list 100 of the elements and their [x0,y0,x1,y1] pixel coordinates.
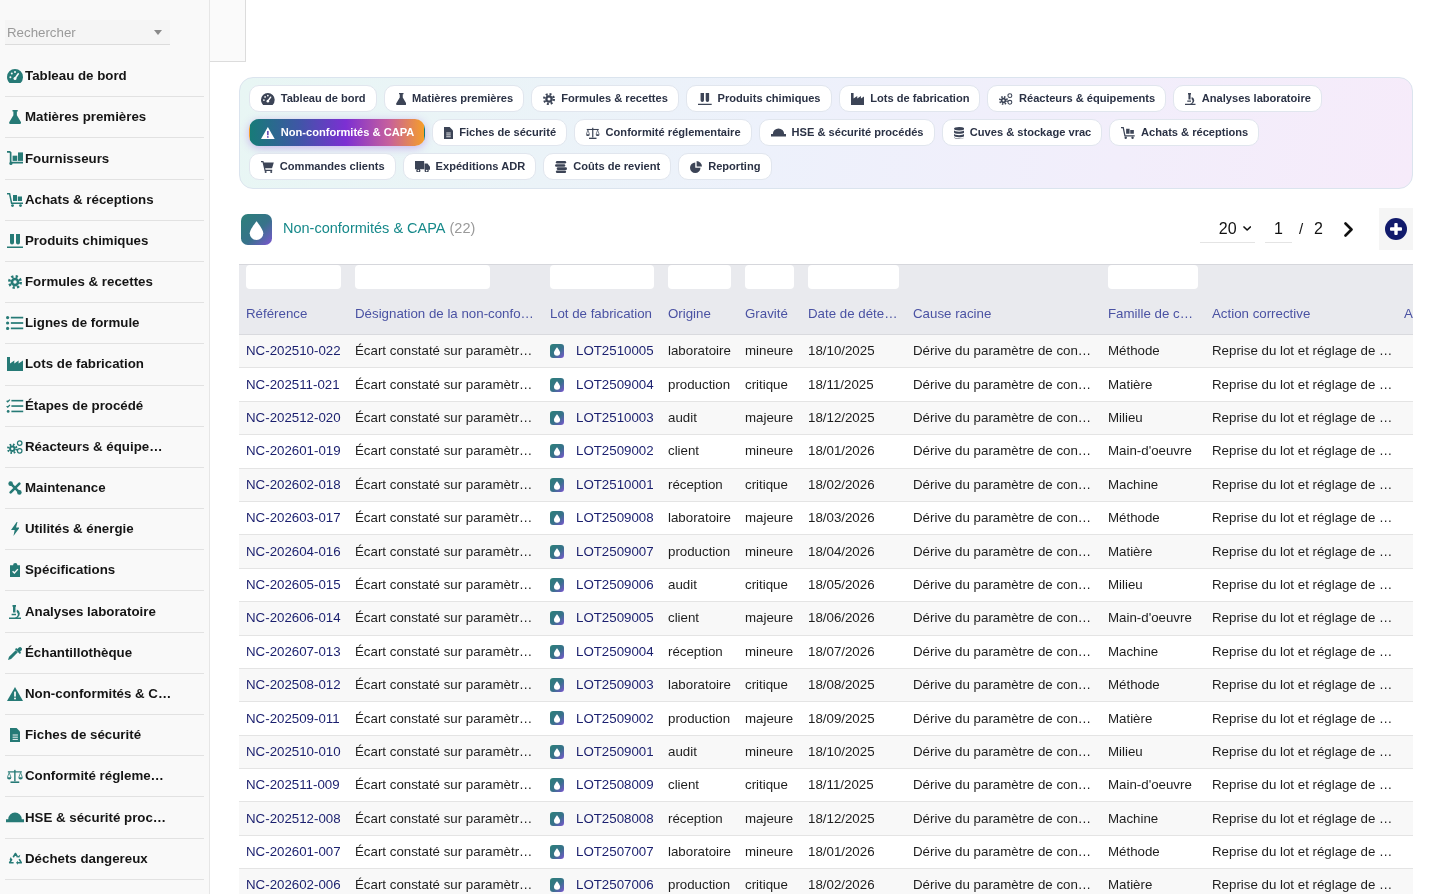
search-field[interactable]: Rechercher [5,20,170,45]
lot-link[interactable]: LOT2508009 [576,775,654,796]
sidebar-item[interactable]: Étapes de procédé [5,385,204,427]
table-cell: Matière [1101,367,1205,402]
sidebar-item[interactable]: Produits chimiques [5,220,204,262]
sidebar-item[interactable]: Déchets dangereux [5,838,204,880]
cart-icon [261,160,274,173]
drop-icon [550,611,564,626]
table-cell: production [661,868,738,894]
filter-field[interactable] [1108,265,1198,289]
sidebar-item[interactable]: Utilités & énergie [5,509,204,551]
column-header[interactable]: Origine [661,294,738,335]
sidebar-item[interactable]: Tableau de bord [5,56,204,98]
total-pages: 2 [1314,219,1323,239]
tab[interactable]: HSE & sécurité procédés [758,119,935,146]
tab[interactable]: Reporting [678,153,772,180]
tab[interactable]: Achats & réceptions [1109,119,1260,146]
flask-icon [8,110,22,125]
sidebar-item[interactable]: Analyses laboratoire [5,591,204,633]
table-cell: Écart constaté sur paramètr… [348,735,543,769]
tab[interactable]: Conformité réglementaire [574,119,752,146]
table-cell: Reprise du lot et réglage de … [1205,735,1397,769]
reference-link[interactable]: NC-202601-007 [246,844,341,860]
table-cell: 18/10/2025 [801,334,906,368]
table-cell: Écart constaté sur paramètr… [348,668,543,702]
lot-link[interactable]: LOT2509002 [576,441,654,462]
reference-link[interactable]: NC-202607-013 [246,643,341,659]
filter-field[interactable] [550,265,654,289]
lot-link[interactable]: LOT2509002 [576,708,654,729]
reference-link[interactable]: NC-202601-019 [246,443,341,459]
sidebar-item[interactable]: Conformité régleme… [5,756,204,798]
table-cell: Dérive du paramètre de con… [906,668,1101,702]
tab[interactable]: Tableau de bord [249,85,377,112]
table-cell: 18/07/2026 [801,635,906,669]
table-cell: Dérive du paramètre de con… [906,534,1101,569]
table-cell: Dérive du paramètre de con… [906,835,1101,869]
sidebar-item[interactable]: Achats & réceptions [5,179,204,221]
sidebar-item[interactable]: Spécifications [5,550,204,592]
lot-link[interactable]: LOT2509004 [576,641,654,662]
sidebar-item[interactable]: Échantillothèque [5,632,204,674]
tab[interactable]: Lots de fabrication [838,85,981,112]
reference-link[interactable]: NC-202511-009 [246,777,340,793]
drop-icon [550,711,564,726]
gauge-icon [7,69,23,84]
filter-field[interactable] [745,265,794,289]
column-header[interactable]: Gravité [738,294,801,335]
table-cell: Reprise du lot et réglage de … [1205,501,1397,535]
column-header[interactable]: Référence [239,294,348,335]
sidebar-item[interactable]: HSE & sécurité proc… [5,797,204,839]
column-header[interactable]: Famille de c… [1101,294,1205,335]
tab[interactable]: Cuves & stockage vrac [941,119,1103,146]
column-header[interactable]: Cause racine [906,294,1101,335]
tab[interactable]: Coûts de revient [543,153,672,180]
filter-field[interactable] [246,265,341,289]
tab[interactable]: Matières premières [383,85,525,112]
table-cell: audit [661,401,738,435]
sidebar-item[interactable]: Non-conformités & C… [5,673,204,715]
tab[interactable]: Formules & recettes [531,85,679,112]
table-cell: Reprise du lot et réglage de … [1205,801,1397,836]
tab[interactable]: Fiches de sécurité [432,119,568,146]
sidebar-item[interactable]: Formules & recettes [5,261,204,304]
sidebar-item[interactable]: Fournisseurs [5,138,204,180]
sidebar-item[interactable]: Réacteurs & équipe… [5,426,204,468]
column-header[interactable]: Date de déte… [801,294,906,335]
table-cell: client [661,601,738,635]
table-cell: Dérive du paramètre de con… [906,434,1101,469]
tab[interactable]: Expéditions ADR [402,153,537,180]
reference-link[interactable]: NC-202603-017 [246,510,341,526]
lot-link[interactable]: LOT2509006 [576,574,654,595]
sidebar-item[interactable]: Maintenance [5,467,204,510]
tab[interactable]: Produits chimiques [685,85,832,112]
column-header[interactable]: Lot de fabrication [543,294,661,335]
reference-link[interactable]: NC-202511-021 [246,376,340,392]
tab[interactable]: Analyses laboratoire [1173,85,1322,112]
filter-field[interactable] [668,265,731,289]
lot-link[interactable]: LOT2507007 [576,842,654,862]
column-header[interactable]: Action corrective [1205,294,1397,335]
sidebar-item[interactable]: Fiches de sécurité [5,715,204,757]
lot-link[interactable]: LOT2509008 [576,508,654,529]
drop-icon [550,744,564,759]
add-button[interactable] [1379,208,1413,250]
filter-field[interactable] [355,265,490,289]
sidebar-item[interactable]: Lots de fabrication [5,344,204,386]
reference-link[interactable]: NC-202509-011 [246,710,340,726]
reference-link[interactable]: NC-202605-015 [246,576,341,592]
chevron-down-icon [1242,226,1251,231]
column-header[interactable]: A [1397,294,1413,335]
tab[interactable]: Commandes clients [249,153,396,180]
table-cell: Écart constaté sur paramètr… [348,835,543,869]
next-page-button[interactable] [1344,221,1353,237]
column-header[interactable]: Désignation de la non-confo… [348,294,543,335]
tab[interactable]: Non-conformités & CAPA [249,119,426,146]
table-cell: Dérive du paramètre de con… [906,868,1101,894]
lot-link[interactable]: LOT2509004 [576,374,654,395]
sidebar-item[interactable]: Lignes de formule [5,303,204,345]
sidebar-item[interactable]: Matières premières [5,97,204,139]
table-cell: Reprise du lot et réglage de … [1205,334,1397,368]
tab[interactable]: Réacteurs & équipements [987,85,1167,112]
filter-field[interactable] [808,265,899,289]
gear-icon [543,92,556,105]
